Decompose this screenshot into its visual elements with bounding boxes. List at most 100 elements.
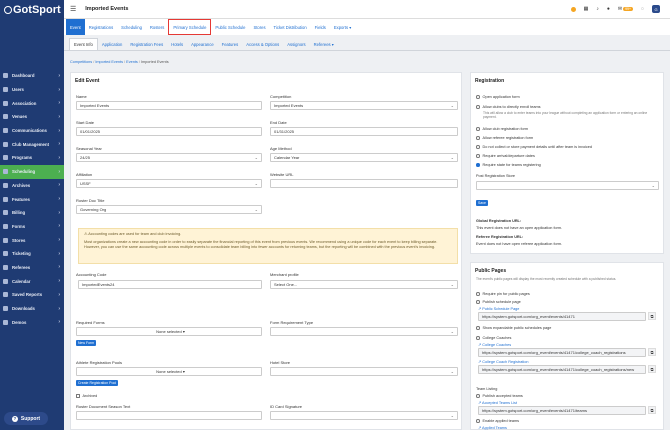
subtab-registration-fees[interactable]: Registration Fees xyxy=(126,38,167,50)
sidebar-item-stores[interactable]: Stores › xyxy=(0,233,64,247)
publish-accepted-teams-checkbox[interactable]: Publish accepted teams xyxy=(476,394,523,398)
tab-event[interactable]: Event xyxy=(66,19,85,35)
copy-icon[interactable]: ⧉ xyxy=(648,348,656,356)
college-registration-url-field[interactable]: https://system.gotsport.com/org_event/ev… xyxy=(478,365,646,374)
subtab-features[interactable]: Features xyxy=(218,38,243,50)
tab-primary-schedule[interactable]: Primary Schedule xyxy=(168,19,212,35)
open-application-checkbox[interactable]: Open application form xyxy=(476,95,520,99)
tab-scheduling[interactable]: Scheduling xyxy=(117,19,146,35)
enable-applied-teams-checkbox[interactable]: Enable applied teams xyxy=(476,419,519,423)
hotel-store-select[interactable]: ⌄ xyxy=(270,367,458,376)
accounting-code-input[interactable]: ImportedEvents24 xyxy=(78,280,262,289)
publish-schedule-checkbox[interactable]: Publish schedule page xyxy=(476,300,521,304)
age-method-select[interactable]: Calendar Year ⌄ xyxy=(270,153,458,162)
accepted-teams-link[interactable]: ↗ Accepted Teams List xyxy=(478,400,517,405)
college-coach-registration-link[interactable]: ↗ College Coach Registration xyxy=(478,359,528,364)
roster-doc-title-select[interactable]: Governing Org ⌄ xyxy=(76,205,262,214)
sidebar-item-label: Referees xyxy=(12,264,31,270)
mail-icon[interactable]: ✉ 99+ xyxy=(618,6,634,12)
sidebar-item-communications[interactable]: Communications › xyxy=(0,124,64,138)
new-form-button[interactable]: New Form xyxy=(76,340,97,346)
breadcrumb-item[interactable]: Competitions xyxy=(70,60,92,64)
sidebar-item-features[interactable]: Features › xyxy=(0,192,64,206)
hamburger-menu-icon[interactable]: ☰ xyxy=(70,5,76,13)
tab-stores[interactable]: Stores xyxy=(249,19,269,35)
tab-rosters[interactable]: Rosters xyxy=(146,19,168,35)
archived-checkbox[interactable]: Archived xyxy=(76,394,97,398)
show-expandable-checkbox[interactable]: Show expandable public schedules page xyxy=(476,326,551,330)
sidebar-item-dashboard[interactable]: Dashboard › xyxy=(0,69,64,83)
notification-alert-icon[interactable] xyxy=(570,6,576,12)
schedule-url-field[interactable]: https://system.gotsport.com/org_event/ev… xyxy=(478,312,646,321)
chat-icon[interactable]: ◌ xyxy=(641,6,644,12)
sidebar-item-users[interactable]: Users › xyxy=(0,83,64,97)
sidebar-item-ticketing[interactable]: Ticketing › xyxy=(0,247,64,261)
sidebar-item-programs[interactable]: Programs › xyxy=(0,151,64,165)
accepted-teams-url-field[interactable]: https://system.gotsport.com/org_event/ev… xyxy=(478,406,646,415)
sidebar-item-association[interactable]: Association › xyxy=(0,96,64,110)
allow-club-registration-checkbox[interactable]: Allow club registration form xyxy=(476,127,528,131)
sidebar-item-referees[interactable]: Referees › xyxy=(0,261,64,275)
website-url-input[interactable] xyxy=(270,179,458,188)
require-state-checkbox[interactable]: Require state for teams registering xyxy=(476,163,541,167)
roster-season-text-input[interactable] xyxy=(76,411,262,420)
college-coaches-checkbox[interactable]: College Coaches xyxy=(476,336,511,340)
sidebar-item-venues[interactable]: Venues › xyxy=(0,110,64,124)
college-coaches-url-field[interactable]: https://system.gotsport.com/org_event/ev… xyxy=(478,348,646,357)
affiliation-select[interactable]: USSF ⌄ xyxy=(76,179,262,188)
sidebar-item-forms[interactable]: Forms › xyxy=(0,220,64,234)
registration-save-button[interactable]: Save xyxy=(476,200,488,206)
grid-icon[interactable]: ▦ xyxy=(584,6,589,12)
sidebar-item-demos[interactable]: Demos › xyxy=(0,315,64,329)
create-registration-pool-button[interactable]: Create Registration Pool xyxy=(76,380,119,386)
subtab-access-options[interactable]: Access & Options xyxy=(242,38,283,50)
allow-referee-registration-checkbox[interactable]: Allow referee registration form xyxy=(476,136,533,140)
sidebar-item-saved-reports[interactable]: Saved Reports › xyxy=(0,288,64,302)
post-registration-store-select[interactable]: ⌄ xyxy=(476,181,659,190)
tab-fields[interactable]: Fields xyxy=(311,19,330,35)
sidebar-item-calendar[interactable]: Calendar › xyxy=(0,274,64,288)
subtab-assignors[interactable]: Assignors xyxy=(283,38,309,50)
required-forms-select[interactable]: None selected ▾ xyxy=(76,327,262,336)
tab-exports[interactable]: Exports ▾ xyxy=(330,19,355,35)
gotsport-logo[interactable]: GotSport xyxy=(0,0,64,19)
athlete-pools-select[interactable]: None selected ▾ xyxy=(76,367,262,376)
start-date-input[interactable]: 01/01/2025 xyxy=(76,127,262,136)
require-arrival-dates-checkbox[interactable]: Require arrival/departure dates xyxy=(476,154,535,158)
college-coaches-link[interactable]: ↗ College Coaches xyxy=(478,342,511,347)
tab-registrations[interactable]: Registrations xyxy=(85,19,117,35)
merchant-profile-select[interactable]: Select One... ⌄ xyxy=(270,280,458,289)
subtab-referees[interactable]: Referees ▾ xyxy=(310,38,338,50)
tab-public-schedule[interactable]: Public Schedule xyxy=(211,19,249,35)
user-icon[interactable]: ● xyxy=(607,6,610,12)
subtab-application[interactable]: Application xyxy=(98,38,127,50)
subtab-event-info[interactable]: Event Info xyxy=(69,38,98,50)
form-requirement-type-select[interactable]: ⌄ xyxy=(270,327,458,336)
public-schedule-link[interactable]: ↗ Public Schedule Page xyxy=(478,306,519,311)
end-date-input[interactable]: 01/31/2025 xyxy=(270,127,458,136)
copy-icon[interactable]: ⧉ xyxy=(648,312,656,320)
defer-payment-details-checkbox[interactable]: Do not collect or store payment details … xyxy=(476,145,592,149)
support-button[interactable]: ? Support xyxy=(4,412,48,425)
breadcrumb-item[interactable]: Imported Events xyxy=(95,60,123,64)
bell-icon[interactable]: ♪ xyxy=(596,6,599,12)
require-pin-checkbox[interactable]: Require pin for public pages xyxy=(476,292,530,296)
subtab-hotels[interactable]: Hotels xyxy=(167,38,187,50)
sidebar-item-scheduling[interactable]: Scheduling › xyxy=(0,164,64,179)
avatar[interactable]: G xyxy=(652,5,660,13)
sidebar-item-club-management[interactable]: Club Management › xyxy=(0,137,64,151)
copy-icon[interactable]: ⧉ xyxy=(648,406,656,414)
competition-select[interactable]: Imported Events ⌄ xyxy=(270,101,458,110)
name-input[interactable]: Imported Events xyxy=(76,101,262,110)
sidebar-item-billing[interactable]: Billing › xyxy=(0,206,64,220)
tab-ticket-distribution[interactable]: Ticket Distribution xyxy=(270,19,311,35)
id-card-signature-select[interactable]: ⌄ xyxy=(270,411,458,420)
breadcrumb-item[interactable]: Events xyxy=(126,60,138,64)
copy-icon[interactable]: ⧉ xyxy=(648,365,656,373)
seasonal-year-select[interactable]: 24/25 ⌄ xyxy=(76,153,262,162)
sidebar-item-downloads[interactable]: Downloads › xyxy=(0,302,64,316)
applied-teams-link[interactable]: ↗ Applied Teams xyxy=(478,425,507,430)
subtab-appearance[interactable]: Appearance xyxy=(187,38,218,50)
sidebar-item-archives[interactable]: Archives › xyxy=(0,179,64,193)
allow-clubs-enroll-checkbox[interactable]: Allow clubs to directly enroll teams xyxy=(476,105,541,109)
